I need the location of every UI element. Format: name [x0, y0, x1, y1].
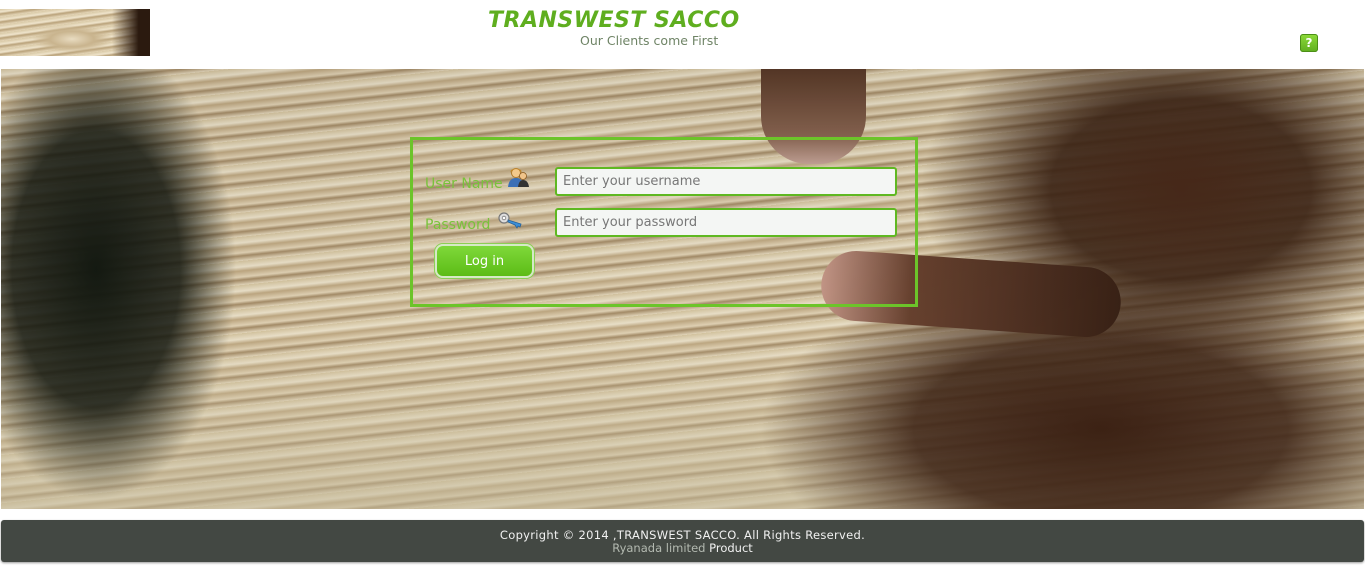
password-label: Password	[425, 212, 522, 233]
password-input[interactable]	[555, 208, 897, 237]
username-label-text: User Name	[425, 176, 503, 192]
site-title: TRANSWEST SACCO	[488, 8, 740, 33]
key-icon	[498, 212, 522, 229]
login-form: User Name Password Log in	[410, 137, 918, 307]
site-tagline: Our Clients come First	[580, 33, 719, 48]
username-label: User Name	[425, 168, 529, 192]
login-button[interactable]: Log in	[435, 244, 534, 278]
user-icon	[508, 168, 529, 187]
question-mark-icon: ?	[1305, 36, 1313, 50]
product-text: Product	[709, 541, 753, 555]
vendor-link[interactable]: Ryanada limited	[612, 541, 705, 555]
copyright-text: Copyright © 2014 ,TRANSWEST SACCO. All R…	[499, 528, 866, 542]
footer: Copyright © 2014 ,TRANSWEST SACCO. All R…	[1, 520, 1364, 562]
username-input[interactable]	[555, 167, 897, 196]
logo-image	[0, 9, 150, 56]
help-button[interactable]: ?	[1300, 34, 1318, 52]
product-credit: Ryanada limited Product	[1, 541, 1364, 555]
password-label-text: Password	[425, 217, 491, 233]
